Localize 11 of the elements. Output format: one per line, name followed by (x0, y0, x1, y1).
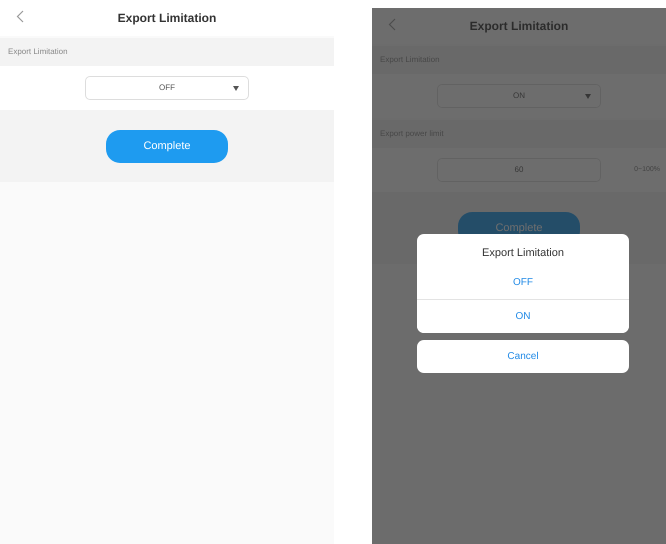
dropdown[interactable]: OFF (85, 76, 249, 100)
page-title: Export Limitation (118, 10, 216, 27)
sheet-option[interactable]: ON (417, 298, 629, 332)
complete-button[interactable]: Complete (106, 130, 228, 162)
field-label: Export Limitation (0, 38, 334, 66)
page-title: Export Limitation (470, 18, 568, 35)
caret-icon (585, 94, 591, 99)
back-icon[interactable] (388, 18, 396, 31)
caret-icon (233, 86, 239, 91)
back-icon[interactable] (16, 10, 24, 23)
sheet-title: Export Limitation (481, 246, 565, 261)
